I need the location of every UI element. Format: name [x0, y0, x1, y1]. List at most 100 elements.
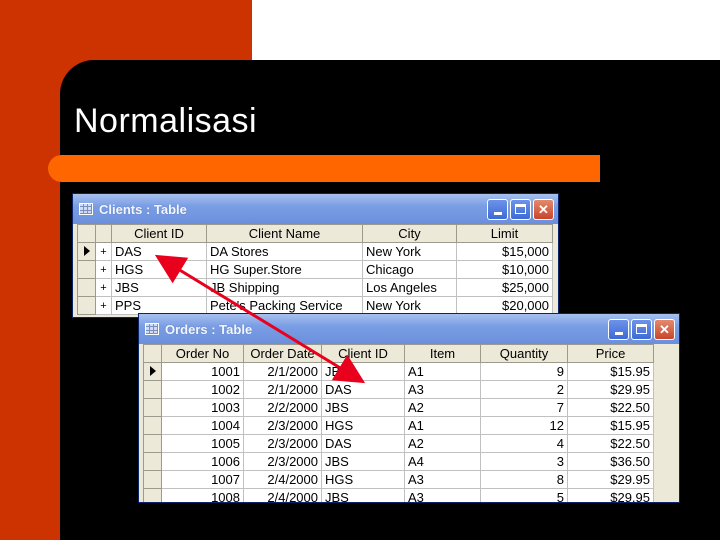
cell-city[interactable]: New York: [362, 242, 457, 261]
close-button[interactable]: ✕: [654, 318, 675, 340]
cell-quantity[interactable]: 12: [480, 416, 568, 435]
cell-price[interactable]: $15.95: [567, 416, 654, 435]
minimize-button[interactable]: [608, 318, 629, 340]
row-selector[interactable]: [143, 416, 162, 435]
cell-client-id[interactable]: DAS: [111, 242, 207, 261]
expand-row-button[interactable]: +: [95, 260, 112, 279]
cell-quantity[interactable]: 2: [480, 380, 568, 399]
cell-client-id[interactable]: JBS: [321, 398, 405, 417]
cell-item[interactable]: A2: [404, 398, 481, 417]
cell-item[interactable]: A1: [404, 416, 481, 435]
table-row[interactable]: 1002 2/1/2000 DAS A3 2 $29.95: [143, 380, 654, 399]
close-button[interactable]: ✕: [533, 198, 554, 220]
cell-quantity[interactable]: 5: [480, 488, 568, 502]
cell-client-id[interactable]: JBS: [111, 278, 207, 297]
table-row[interactable]: + HGS HG Super.Store Chicago $10,000: [77, 260, 553, 279]
cell-price[interactable]: $29.95: [567, 380, 654, 399]
table-row[interactable]: + DAS DA Stores New York $15,000: [77, 242, 553, 261]
cell-item[interactable]: A3: [404, 380, 481, 399]
column-header-client-id[interactable]: Client ID: [321, 344, 405, 363]
cell-quantity[interactable]: 3: [480, 452, 568, 471]
column-header-limit[interactable]: Limit: [456, 224, 553, 243]
cell-price[interactable]: $29.95: [567, 470, 654, 489]
cell-limit[interactable]: $15,000: [456, 242, 553, 261]
cell-quantity[interactable]: 8: [480, 470, 568, 489]
cell-order-date[interactable]: 2/3/2000: [243, 434, 322, 453]
row-selector[interactable]: [143, 398, 162, 417]
column-header-item[interactable]: Item: [404, 344, 481, 363]
row-selector-header[interactable]: [77, 224, 96, 243]
table-row[interactable]: 1001 2/1/2000 JBS A1 9 $15.95: [143, 362, 654, 381]
maximize-button[interactable]: [631, 318, 652, 340]
maximize-button[interactable]: [510, 198, 531, 220]
row-selector-header[interactable]: [143, 344, 162, 363]
cell-order-no[interactable]: 1005: [161, 434, 244, 453]
column-header-price[interactable]: Price: [567, 344, 654, 363]
table-row[interactable]: 1003 2/2/2000 JBS A2 7 $22.50: [143, 398, 654, 417]
row-selector[interactable]: [77, 296, 96, 315]
minimize-button[interactable]: [487, 198, 508, 220]
cell-city[interactable]: New York: [362, 296, 457, 315]
cell-client-name[interactable]: Pete's Packing Service: [206, 296, 363, 315]
cell-item[interactable]: A3: [404, 470, 481, 489]
row-selector[interactable]: [77, 242, 96, 261]
cell-order-date[interactable]: 2/2/2000: [243, 398, 322, 417]
cell-client-id[interactable]: JBS: [321, 452, 405, 471]
cell-quantity[interactable]: 7: [480, 398, 568, 417]
cell-order-date[interactable]: 2/4/2000: [243, 470, 322, 489]
expand-row-button[interactable]: +: [95, 278, 112, 297]
cell-order-date[interactable]: 2/3/2000: [243, 416, 322, 435]
cell-limit[interactable]: $25,000: [456, 278, 553, 297]
cell-order-date[interactable]: 2/1/2000: [243, 362, 322, 381]
cell-city[interactable]: Los Angeles: [362, 278, 457, 297]
cell-price[interactable]: $22.50: [567, 398, 654, 417]
row-selector[interactable]: [143, 434, 162, 453]
cell-client-id[interactable]: HGS: [321, 416, 405, 435]
cell-order-no[interactable]: 1003: [161, 398, 244, 417]
column-header-order-no[interactable]: Order No: [161, 344, 244, 363]
table-row[interactable]: 1005 2/3/2000 DAS A2 4 $22.50: [143, 434, 654, 453]
column-header-quantity[interactable]: Quantity: [480, 344, 568, 363]
cell-quantity[interactable]: 9: [480, 362, 568, 381]
table-row[interactable]: 1004 2/3/2000 HGS A1 12 $15.95: [143, 416, 654, 435]
cell-order-no[interactable]: 1007: [161, 470, 244, 489]
cell-item[interactable]: A3: [404, 488, 481, 502]
cell-client-name[interactable]: HG Super.Store: [206, 260, 363, 279]
row-selector[interactable]: [77, 278, 96, 297]
cell-quantity[interactable]: 4: [480, 434, 568, 453]
clients-titlebar[interactable]: Clients : Table ✕: [73, 194, 558, 224]
cell-order-no[interactable]: 1006: [161, 452, 244, 471]
cell-order-no[interactable]: 1008: [161, 488, 244, 502]
cell-order-no[interactable]: 1001: [161, 362, 244, 381]
cell-client-id[interactable]: DAS: [321, 434, 405, 453]
row-selector[interactable]: [143, 362, 162, 381]
table-row[interactable]: + JBS JB Shipping Los Angeles $25,000: [77, 278, 553, 297]
cell-client-id[interactable]: HGS: [111, 260, 207, 279]
expand-row-button[interactable]: +: [95, 242, 112, 261]
clients-table-window[interactable]: Clients : Table ✕ Client ID Client Name …: [72, 193, 559, 318]
cell-price[interactable]: $15.95: [567, 362, 654, 381]
cell-client-id[interactable]: HGS: [321, 470, 405, 489]
table-row[interactable]: 1006 2/3/2000 JBS A4 3 $36.50: [143, 452, 654, 471]
cell-client-id[interactable]: DAS: [321, 380, 405, 399]
cell-order-date[interactable]: 2/3/2000: [243, 452, 322, 471]
cell-client-name[interactable]: DA Stores: [206, 242, 363, 261]
expand-row-button[interactable]: +: [95, 296, 112, 315]
cell-order-no[interactable]: 1004: [161, 416, 244, 435]
cell-price[interactable]: $22.50: [567, 434, 654, 453]
cell-client-name[interactable]: JB Shipping: [206, 278, 363, 297]
table-row[interactable]: 1007 2/4/2000 HGS A3 8 $29.95: [143, 470, 654, 489]
cell-limit[interactable]: $20,000: [456, 296, 553, 315]
orders-table-window[interactable]: Orders : Table ✕ Order No Order Date Cli…: [138, 313, 680, 503]
column-header-city[interactable]: City: [362, 224, 457, 243]
row-selector[interactable]: [143, 380, 162, 399]
cell-order-no[interactable]: 1002: [161, 380, 244, 399]
cell-client-id[interactable]: JBS: [321, 362, 405, 381]
cell-client-id[interactable]: JBS: [321, 488, 405, 502]
table-row[interactable]: + PPS Pete's Packing Service New York $20,00…: [77, 296, 553, 315]
row-selector[interactable]: [143, 488, 162, 502]
cell-price[interactable]: $36.50: [567, 452, 654, 471]
cell-price[interactable]: $29.95: [567, 488, 654, 502]
table-row[interactable]: 1008 2/4/2000 JBS A3 5 $29.95: [143, 488, 654, 502]
row-selector[interactable]: [77, 260, 96, 279]
